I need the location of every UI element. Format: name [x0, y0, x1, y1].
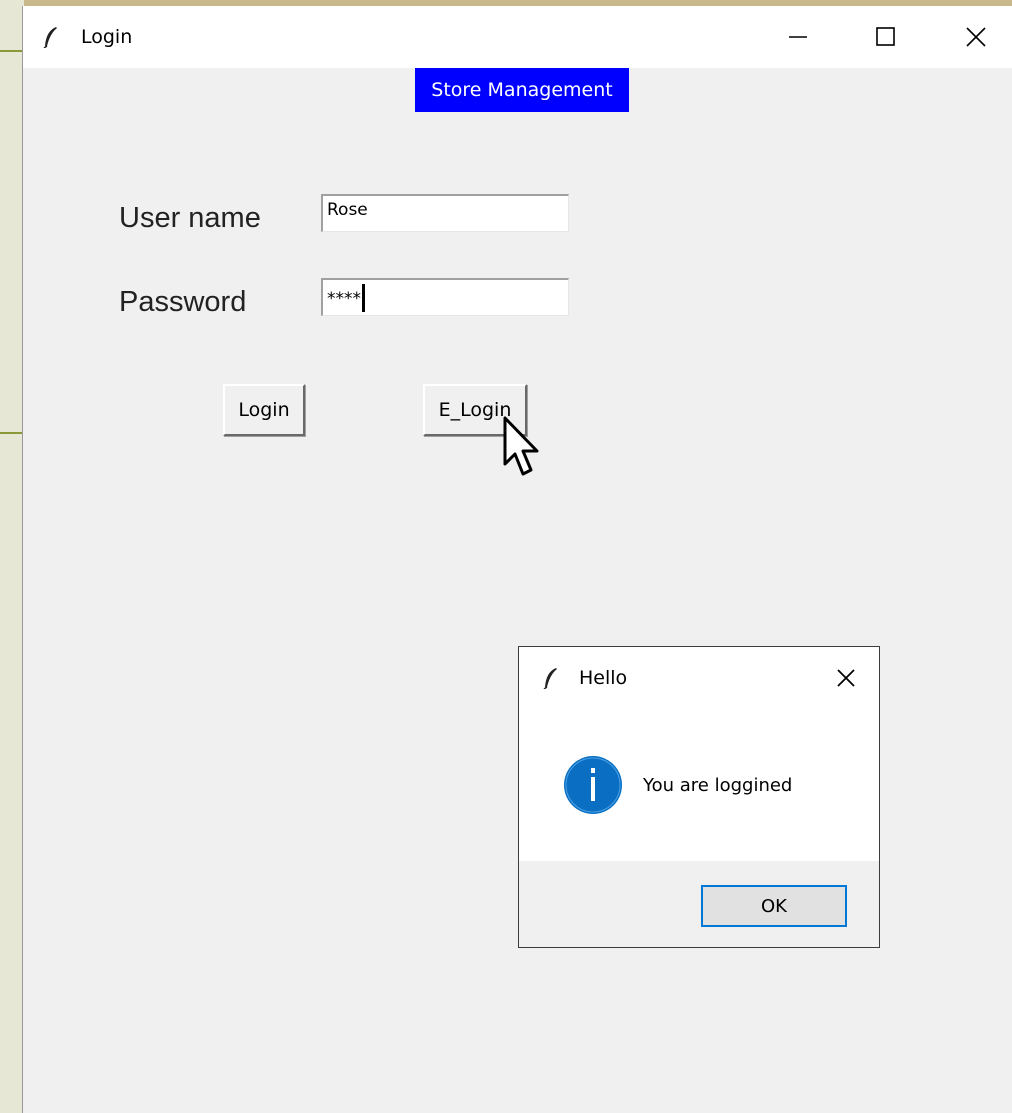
minimize-icon[interactable]: [767, 6, 829, 68]
password-input[interactable]: ****: [321, 278, 569, 316]
text-caret: [362, 284, 365, 312]
username-input[interactable]: Rose: [321, 194, 569, 232]
message-dialog: Hello You are loggined OK: [518, 646, 880, 948]
desktop-divider: [0, 432, 24, 434]
close-icon[interactable]: [945, 6, 1007, 68]
login-window: Login Store Management User name Rose Pa…: [22, 6, 1012, 1113]
password-label: Password: [119, 286, 247, 318]
close-icon[interactable]: [829, 661, 863, 695]
dialog-titlebar[interactable]: Hello: [519, 647, 879, 705]
info-icon: [564, 756, 622, 814]
dialog-message: You are loggined: [643, 775, 793, 796]
login-button[interactable]: Login: [223, 384, 305, 436]
mouse-cursor-icon: [503, 416, 539, 476]
desktop-divider: [0, 50, 24, 52]
username-value: Rose: [327, 200, 368, 220]
store-management-banner: Store Management: [415, 68, 629, 112]
feather-icon: [43, 27, 57, 48]
username-label: User name: [119, 202, 261, 234]
feather-icon: [543, 668, 557, 689]
ok-button[interactable]: OK: [701, 885, 847, 927]
desktop-background: [0, 0, 24, 1113]
dialog-title: Hello: [579, 667, 628, 689]
password-value: ****: [327, 289, 361, 309]
maximize-icon[interactable]: [855, 6, 917, 68]
window-title: Login: [81, 26, 133, 48]
window-titlebar[interactable]: Login: [23, 6, 1012, 68]
